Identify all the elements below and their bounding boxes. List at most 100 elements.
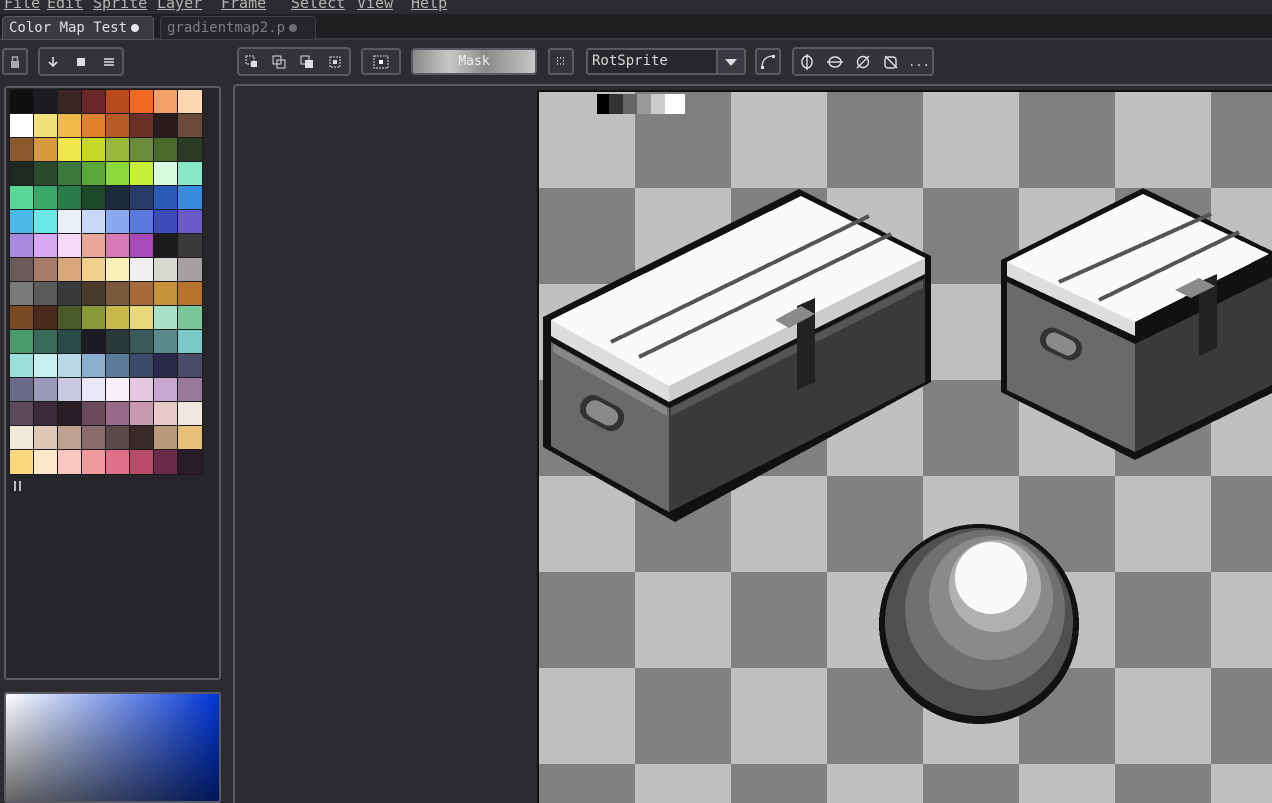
palette-swatch[interactable] [33, 329, 59, 355]
palette-swatch[interactable] [153, 449, 179, 475]
palette-swatch[interactable] [9, 305, 35, 331]
more-options-button[interactable]: ... [906, 49, 932, 74]
palette-swatch[interactable] [129, 401, 155, 427]
palette-swatch[interactable] [81, 449, 107, 475]
palette-swatch[interactable] [33, 161, 59, 187]
palette-swatch[interactable] [153, 113, 179, 139]
palette-swatch[interactable] [33, 209, 59, 235]
palette-swatch[interactable] [81, 137, 107, 163]
menu-layer[interactable]: Layer [157, 0, 202, 12]
palette-swatch[interactable] [177, 113, 203, 139]
transform-curve-button[interactable] [755, 48, 781, 75]
palette-swatch[interactable] [177, 185, 203, 211]
palette-swatch[interactable] [105, 281, 131, 307]
palette-swatch[interactable] [33, 89, 59, 115]
palette-swatch[interactable] [33, 449, 59, 475]
palette-swatch[interactable] [81, 281, 107, 307]
palette-swatch[interactable] [129, 449, 155, 475]
palette-swatch[interactable] [81, 113, 107, 139]
palette-swatch[interactable] [57, 425, 83, 451]
palette-swatch[interactable] [177, 161, 203, 187]
palette-swatch[interactable] [57, 89, 83, 115]
transparent-color-mask-button[interactable]: Mask [411, 48, 537, 75]
palette-swatch[interactable] [9, 185, 35, 211]
palette-swatch[interactable] [33, 377, 59, 403]
palette-swatch[interactable] [153, 137, 179, 163]
palette-swatch[interactable] [81, 353, 107, 379]
lock-button[interactable] [2, 48, 28, 75]
palette-swatch[interactable] [177, 137, 203, 163]
palette-swatch[interactable] [153, 329, 179, 355]
palette-swatch[interactable] [153, 209, 179, 235]
palette-swatch[interactable] [153, 233, 179, 259]
palette-swatch[interactable] [129, 185, 155, 211]
palette-swatch[interactable] [177, 281, 203, 307]
palette-swatch[interactable] [9, 329, 35, 355]
palette-swatch[interactable] [9, 401, 35, 427]
palette-swatch[interactable] [81, 185, 107, 211]
skew-button[interactable] [878, 49, 904, 74]
palette-swatch[interactable] [57, 281, 83, 307]
menu-frame[interactable]: Frame [221, 0, 266, 12]
color-picker-spectrum[interactable] [4, 692, 221, 803]
palette-swatch[interactable] [33, 113, 59, 139]
palette-swatch[interactable] [105, 401, 131, 427]
palette-swatch[interactable] [177, 209, 203, 235]
palette-swatch[interactable] [9, 257, 35, 283]
palette-swatch[interactable] [57, 449, 83, 475]
palette-swatch[interactable] [153, 401, 179, 427]
menu-select[interactable]: Select [291, 0, 345, 12]
palette-swatch[interactable] [33, 137, 59, 163]
palette-swatch[interactable] [177, 425, 203, 451]
tab-gradientmap2[interactable]: gradientmap2.p [160, 16, 316, 40]
palette-swatch[interactable] [105, 353, 131, 379]
palette-swatch[interactable] [81, 209, 107, 235]
pivot-button[interactable] [361, 48, 401, 75]
palette-swatch[interactable] [129, 377, 155, 403]
menu-view[interactable]: View [357, 0, 393, 12]
sort-palette-button[interactable] [40, 49, 66, 74]
palette-swatch[interactable] [129, 113, 155, 139]
palette-swatch[interactable] [177, 401, 203, 427]
flip-vertical-button[interactable] [822, 49, 848, 74]
palette-swatch[interactable] [129, 305, 155, 331]
palette-swatch[interactable] [177, 377, 203, 403]
palette-swatch[interactable] [105, 89, 131, 115]
menu-file[interactable]: File [4, 0, 40, 12]
palette-swatch[interactable] [33, 353, 59, 379]
palette-swatch[interactable] [153, 305, 179, 331]
palette-swatch[interactable] [9, 89, 35, 115]
palette-swatch[interactable] [177, 233, 203, 259]
palette-swatch[interactable] [153, 185, 179, 211]
palette-swatch[interactable] [105, 449, 131, 475]
palette-swatch[interactable] [81, 305, 107, 331]
palette-swatch[interactable] [153, 161, 179, 187]
palette-swatch[interactable] [57, 377, 83, 403]
replace-selection-button[interactable] [239, 49, 265, 74]
palette-swatch[interactable] [105, 425, 131, 451]
palette-swatch[interactable] [105, 233, 131, 259]
palette-swatch[interactable] [9, 233, 35, 259]
dropdown-arrow-icon[interactable] [716, 50, 744, 73]
palette-swatch[interactable] [9, 161, 35, 187]
rotation-algorithm-select[interactable]: RotSprite [586, 48, 746, 75]
palette-swatch[interactable] [9, 281, 35, 307]
palette-swatch[interactable] [105, 377, 131, 403]
sprite-canvas[interactable] [537, 90, 1272, 803]
palette-swatch[interactable] [129, 137, 155, 163]
flip-horizontal-button[interactable] [794, 49, 820, 74]
palette-menu-button[interactable] [96, 49, 122, 74]
palette-swatch[interactable] [57, 209, 83, 235]
palette-swatch[interactable] [81, 89, 107, 115]
rotate-button[interactable] [850, 49, 876, 74]
saturation-value-area[interactable] [6, 694, 219, 801]
menu-edit[interactable]: Edit [47, 0, 83, 12]
palette-swatch[interactable] [9, 353, 35, 379]
palette-swatch[interactable] [9, 137, 35, 163]
palette-swatch[interactable] [153, 281, 179, 307]
subtract-selection-button[interactable] [294, 49, 320, 74]
palette-swatch[interactable] [33, 305, 59, 331]
palette-swatch[interactable] [129, 89, 155, 115]
palette-swatch[interactable] [81, 377, 107, 403]
palette-swatch[interactable] [177, 329, 203, 355]
